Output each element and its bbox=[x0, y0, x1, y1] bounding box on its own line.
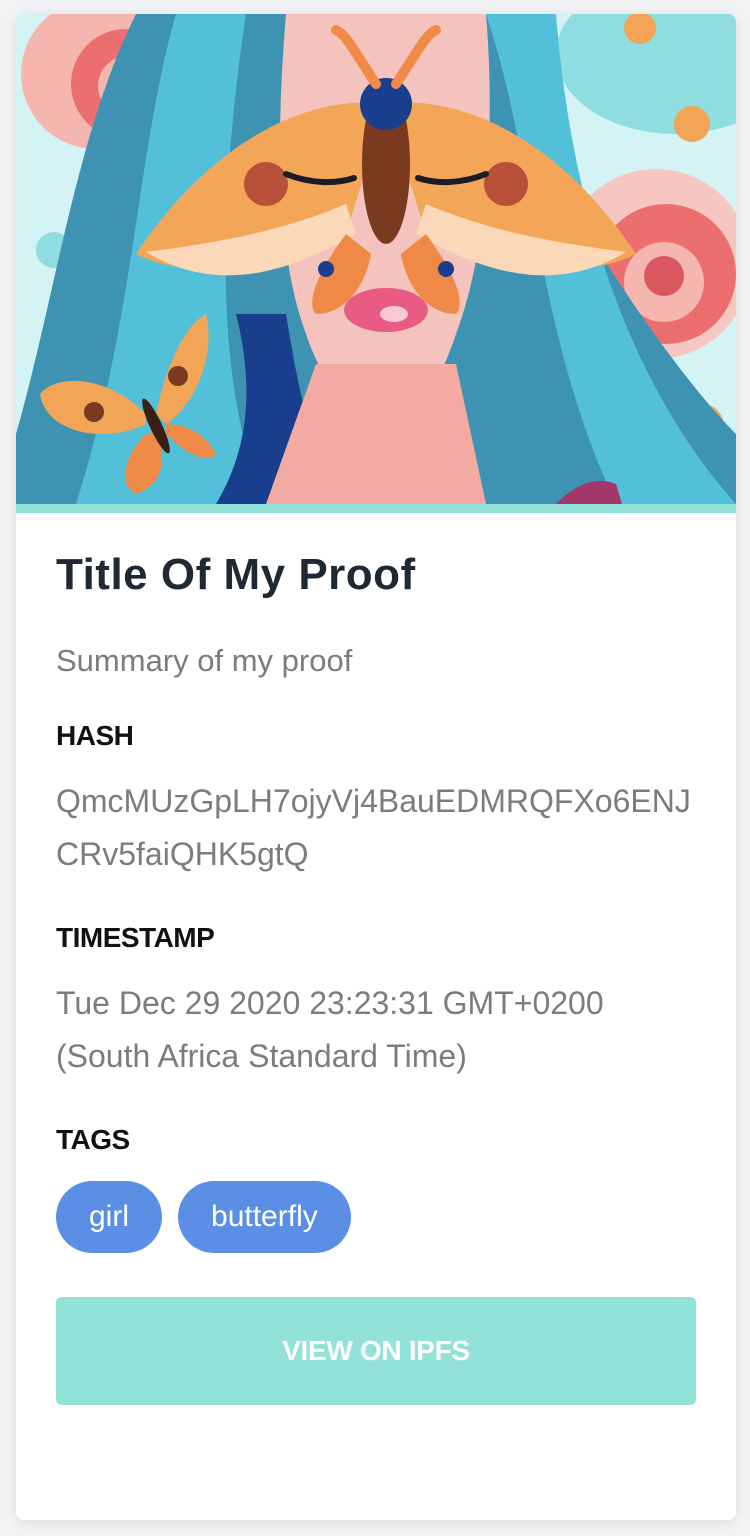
hash-label: HASH bbox=[56, 720, 134, 751]
tags-label: TAGS bbox=[56, 1124, 130, 1155]
tag-list: girl butterfly bbox=[56, 1181, 696, 1253]
accent-bar bbox=[16, 504, 736, 513]
timestamp-label: TIMESTAMP bbox=[56, 922, 215, 953]
timestamp-value: Tue Dec 29 2020 23:23:31 GMT+0200 (South… bbox=[56, 985, 604, 1074]
proof-card: Title Of My Proof Summary of my proof HA… bbox=[16, 14, 736, 1520]
proof-title: Title Of My Proof bbox=[56, 550, 416, 599]
proof-details: Title Of My Proof Summary of my proof HA… bbox=[16, 549, 736, 1405]
illustration bbox=[16, 14, 736, 504]
proof-summary: Summary of my proof bbox=[56, 643, 353, 678]
tag-butterfly[interactable]: butterfly bbox=[178, 1181, 351, 1253]
proof-image bbox=[16, 14, 736, 504]
view-on-ipfs-button[interactable]: VIEW ON IPFS bbox=[56, 1297, 696, 1405]
tag-girl[interactable]: girl bbox=[56, 1181, 163, 1253]
hash-value: QmcMUzGpLH7ojyVj4BauEDMRQFXo6ENJCRv5faiQ… bbox=[56, 783, 691, 872]
